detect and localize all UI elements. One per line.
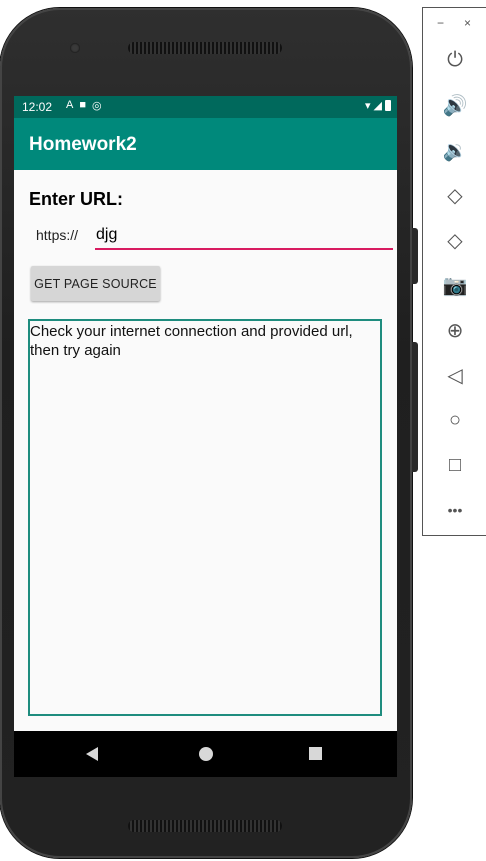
top-speaker xyxy=(128,42,282,54)
page-source-output[interactable]: Check your internet connection and provi… xyxy=(28,319,382,716)
sd-card-icon: ■ xyxy=(79,99,86,111)
emulator-window: 12:02 A ■ ◎ ▾ ◢ Homework2 Enter URL: htt… xyxy=(0,0,486,861)
main-content: Enter URL: https:// GET PAGE SOURCE Chec… xyxy=(14,170,397,731)
overview-icon[interactable]: □ xyxy=(423,447,486,483)
zoom-icon[interactable]: ⊕ xyxy=(423,312,486,348)
rotate-right-icon[interactable]: ◇ xyxy=(423,222,486,258)
nav-back-icon[interactable] xyxy=(86,747,98,761)
wifi-icon: ▾ xyxy=(365,100,371,112)
notification-a-icon: A xyxy=(66,99,74,111)
app-title: Homework2 xyxy=(29,134,137,155)
sync-icon: ◎ xyxy=(92,100,102,112)
volume-down-icon[interactable]: 🔉 xyxy=(423,132,486,168)
system-icons: ▾ ◢ xyxy=(365,99,391,112)
front-camera xyxy=(70,43,80,53)
nav-home-icon[interactable] xyxy=(199,747,213,761)
app-bar: Homework2 xyxy=(14,118,397,170)
power-icon[interactable]: ⏻ xyxy=(423,42,486,78)
battery-icon xyxy=(385,100,391,111)
volume-up-icon[interactable]: 🔊 xyxy=(423,87,486,123)
minimize-icon[interactable]: − xyxy=(437,16,444,30)
camera-icon[interactable]: 📷 xyxy=(423,267,486,303)
power-key xyxy=(412,228,418,284)
device-screen: 12:02 A ■ ◎ ▾ ◢ Homework2 Enter URL: htt… xyxy=(14,96,397,777)
get-page-source-button[interactable]: GET PAGE SOURCE xyxy=(31,266,160,301)
output-text: Check your internet connection and provi… xyxy=(30,323,353,359)
url-prefix-label: https:// xyxy=(36,227,79,243)
more-icon[interactable]: ••• xyxy=(423,492,486,528)
url-input[interactable] xyxy=(95,222,393,250)
enter-url-label: Enter URL: xyxy=(29,189,123,209)
home-icon[interactable]: ○ xyxy=(423,402,486,438)
navigation-bar xyxy=(14,731,397,777)
signal-icon: ◢ xyxy=(373,100,382,112)
emulator-toolbar: − × ⏻ 🔊 🔉 ◇ ◇ 📷 ⊕ ◁ ○ □ ••• xyxy=(422,7,486,536)
emulator-window-controls: − × xyxy=(423,16,486,30)
volume-key xyxy=(412,342,418,472)
rotate-left-icon[interactable]: ◇ xyxy=(423,177,486,213)
phone-frame: 12:02 A ■ ◎ ▾ ◢ Homework2 Enter URL: htt… xyxy=(0,8,412,858)
status-bar: 12:02 A ■ ◎ ▾ ◢ xyxy=(14,96,397,118)
nav-recents-icon[interactable] xyxy=(309,747,322,760)
bottom-speaker xyxy=(128,820,282,832)
status-time: 12:02 xyxy=(22,100,53,114)
notification-icons: A ■ ◎ xyxy=(66,99,102,112)
back-icon[interactable]: ◁ xyxy=(423,357,486,393)
close-icon[interactable]: × xyxy=(464,16,471,30)
